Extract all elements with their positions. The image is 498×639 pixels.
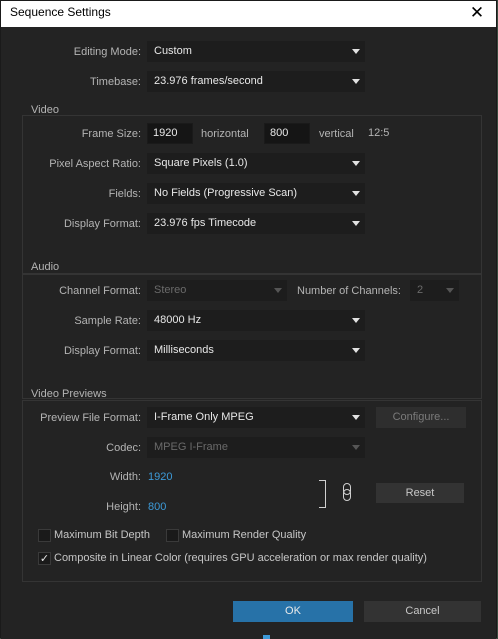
editing-mode-label: Editing Mode: xyxy=(73,46,141,58)
editing-mode-value: Custom xyxy=(154,45,192,57)
sample-rate-label: Sample Rate: xyxy=(74,315,141,327)
number-of-channels-label: Number of Channels: xyxy=(297,285,401,297)
max-render-quality-label: Maximum Render Quality xyxy=(182,529,307,541)
linear-color-label: Composite in Linear Color (requires GPU … xyxy=(54,552,427,564)
video-display-format-label: Display Format: xyxy=(63,218,141,230)
audio-display-format-label: Display Format: xyxy=(63,345,141,357)
dialog-title: Sequence Settings xyxy=(10,5,111,19)
chevron-down-icon xyxy=(352,221,360,226)
editing-mode-dropdown[interactable]: Custom xyxy=(147,41,365,62)
chevron-down-icon xyxy=(352,415,360,420)
title-bar: Sequence Settings ✕ xyxy=(1,1,496,27)
ok-button[interactable]: OK xyxy=(233,601,353,622)
codec-dropdown: MPEG I-Frame xyxy=(147,437,365,458)
preview-file-format-label: Preview File Format: xyxy=(40,412,141,424)
max-bit-depth-label: Maximum Bit Depth xyxy=(54,529,150,541)
preview-file-format-dropdown[interactable]: I-Frame Only MPEG xyxy=(147,407,365,428)
audio-display-format-dropdown[interactable]: Milliseconds xyxy=(147,340,365,361)
sample-rate-dropdown[interactable]: 48000 Hz xyxy=(147,310,365,331)
channel-format-value: Stereo xyxy=(154,284,187,296)
channel-format-label: Channel Format: xyxy=(59,285,141,297)
channel-format-dropdown: Stereo xyxy=(147,280,287,301)
pixel-aspect-label: Pixel Aspect Ratio: xyxy=(49,158,141,170)
video-group-title: Video xyxy=(31,104,59,116)
configure-button: Configure... xyxy=(376,407,466,428)
audio-display-format-value: Milliseconds xyxy=(154,344,214,356)
pixel-aspect-value: Square Pixels (1.0) xyxy=(154,157,248,169)
linear-color-checkbox[interactable]: ✓ xyxy=(38,552,51,565)
fields-label: Fields: xyxy=(108,188,141,200)
fields-dropdown[interactable]: No Fields (Progressive Scan) xyxy=(147,183,365,204)
number-of-channels-dropdown: 2 xyxy=(410,280,459,301)
pixel-aspect-dropdown[interactable]: Square Pixels (1.0) xyxy=(147,153,365,174)
timebase-dropdown[interactable]: 23.976 frames/second xyxy=(147,71,365,92)
preview-height-value[interactable]: 800 xyxy=(148,501,166,513)
codec-value: MPEG I-Frame xyxy=(154,441,228,453)
dialog-body: Editing Mode: Custom Timebase: 23.976 fr… xyxy=(1,27,496,639)
number-of-channels-value: 2 xyxy=(417,284,424,296)
fields-value: No Fields (Progressive Scan) xyxy=(154,187,298,199)
max-render-quality-checkbox[interactable] xyxy=(166,529,179,542)
chevron-down-icon xyxy=(446,288,454,293)
preview-height-label: Height: xyxy=(106,501,141,513)
video-display-format-dropdown[interactable]: 23.976 fps Timecode xyxy=(147,213,365,234)
chevron-down-icon xyxy=(352,79,360,84)
cancel-button[interactable]: Cancel xyxy=(364,601,481,622)
horizontal-label: horizontal xyxy=(201,128,249,140)
chevron-down-icon xyxy=(352,445,360,450)
video-display-format-value: 23.976 fps Timecode xyxy=(154,217,257,229)
chevron-down-icon xyxy=(352,348,360,353)
aspect-ratio-text: 12:5 xyxy=(368,127,390,139)
preview-width-label: Width: xyxy=(109,471,141,483)
vertical-label: vertical xyxy=(319,128,354,140)
video-previews-group-title: Video Previews xyxy=(31,388,107,400)
link-icon[interactable] xyxy=(342,483,352,501)
chevron-down-icon xyxy=(274,288,282,293)
sequence-settings-dialog: Sequence Settings ✕ Editing Mode: Custom… xyxy=(0,0,497,639)
audio-group-title: Audio xyxy=(31,261,60,273)
preview-file-format-value: I-Frame Only MPEG xyxy=(154,411,254,423)
focus-indicator xyxy=(263,635,270,639)
codec-label: Codec: xyxy=(106,442,141,454)
chevron-down-icon xyxy=(352,49,360,54)
chevron-down-icon xyxy=(352,191,360,196)
chevron-down-icon xyxy=(352,161,360,166)
chevron-down-icon xyxy=(352,318,360,323)
frame-width-input[interactable]: 1920 xyxy=(147,123,193,144)
sample-rate-value: 48000 Hz xyxy=(154,314,202,326)
close-icon[interactable]: ✕ xyxy=(462,1,492,26)
frame-height-input[interactable]: 800 xyxy=(264,123,310,144)
link-icon-bottom xyxy=(343,489,351,501)
preview-width-value[interactable]: 1920 xyxy=(148,471,172,483)
reset-button[interactable]: Reset xyxy=(376,483,464,503)
frame-size-label: Frame Size: xyxy=(81,128,141,140)
dimension-bracket xyxy=(319,480,326,508)
timebase-label: Timebase: xyxy=(90,76,141,88)
timebase-value: 23.976 frames/second xyxy=(154,75,263,87)
max-bit-depth-checkbox[interactable] xyxy=(38,529,51,542)
